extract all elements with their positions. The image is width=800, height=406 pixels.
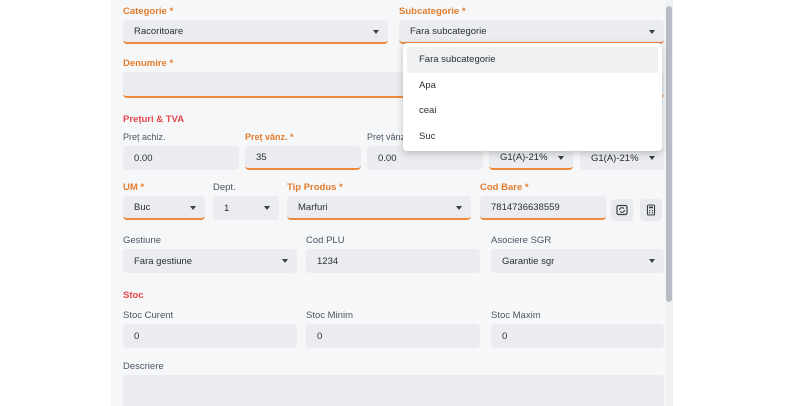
subcategorie-label: Subcategorie *: [399, 6, 466, 17]
tva1-value: G1(A)-21%: [500, 151, 548, 163]
categorie-label: Categorie *: [123, 6, 174, 17]
cod-bare-value: 7814736638559: [491, 201, 560, 213]
tip-produs-select[interactable]: Marfuri: [287, 196, 471, 220]
categorie-select[interactable]: Racoritoare: [123, 20, 388, 44]
um-select[interactable]: Buc: [123, 196, 205, 220]
pret-vanz2-label: Preț vânz: [367, 132, 406, 142]
barcode-generate-icon: [616, 204, 628, 216]
pret-vanz-label: Preț vânz. *: [245, 132, 294, 142]
gestiune-value: Fara gestiune: [134, 255, 193, 267]
chevron-down-icon: [649, 30, 655, 34]
cod-plu-input[interactable]: 1234: [306, 249, 480, 273]
denumire-label: Denumire *: [123, 58, 174, 69]
subcategorie-value: Fara subcategorie: [410, 25, 487, 37]
descriere-textarea[interactable]: [123, 375, 664, 406]
stoc-maxim-label: Stoc Maxim: [491, 310, 541, 321]
descriere-label: Descriere: [123, 361, 164, 372]
cod-bare-label: Cod Bare *: [480, 182, 529, 193]
stoc-minim-value: 0: [317, 330, 323, 342]
asociere-sgr-select[interactable]: Garantie sgr: [491, 249, 664, 273]
cod-plu-label: Cod PLU: [306, 235, 345, 246]
pret-achiz-label: Preț achiz.: [123, 132, 166, 142]
tva2-value: G1(A)-21%: [591, 152, 639, 164]
cod-plu-value: 1234: [317, 255, 339, 267]
stoc-minim-label: Stoc Minim: [306, 310, 353, 321]
cod-bare-input[interactable]: 7814736638559: [480, 196, 606, 220]
subcategorie-select[interactable]: Fara subcategorie: [399, 20, 664, 44]
scrollbar-thumb[interactable]: [666, 6, 672, 302]
um-label: UM *: [123, 182, 145, 193]
pret-vanz-value: 35: [256, 151, 267, 163]
stoc-curent-value: 0: [134, 330, 140, 342]
dropdown-option[interactable]: Fara subcategorie: [407, 47, 658, 73]
stoc-curent-label: Stoc Curent: [123, 310, 174, 321]
dropdown-option[interactable]: Suc: [407, 124, 658, 150]
stoc-curent-input[interactable]: 0: [123, 324, 297, 348]
dropdown-option[interactable]: Apa: [407, 73, 658, 99]
tip-produs-value: Marfuri: [298, 201, 328, 213]
subcategorie-dropdown-menu: Fara subcategorie Apa ceai Suc: [403, 43, 662, 151]
stoc-maxim-value: 0: [502, 330, 508, 342]
dropdown-option[interactable]: ceai: [407, 98, 658, 124]
calculator-button[interactable]: [640, 199, 662, 221]
chevron-down-icon: [264, 206, 270, 210]
pret-vanz-input[interactable]: 35: [245, 146, 361, 170]
preturi-section-title: Prețuri & TVA: [123, 114, 185, 125]
gestiune-select[interactable]: Fara gestiune: [123, 249, 297, 273]
dept-value: 1: [224, 202, 230, 214]
gestiune-label: Gestiune: [123, 235, 162, 246]
pret-achiz-value: 0.00: [134, 152, 153, 164]
dept-label: Dept.: [213, 182, 236, 193]
um-value: Buc: [134, 201, 151, 213]
asociere-sgr-value: Garantie sgr: [502, 255, 555, 267]
chevron-down-icon: [282, 259, 288, 263]
stoc-section-title: Stoc: [123, 290, 144, 301]
chevron-down-icon: [190, 206, 196, 210]
calculator-icon: [646, 204, 656, 216]
tip-produs-label: Tip Produs *: [287, 182, 343, 193]
categorie-value: Racoritoare: [134, 25, 184, 37]
chevron-down-icon: [558, 156, 564, 160]
stoc-minim-input[interactable]: 0: [306, 324, 480, 348]
dept-select[interactable]: 1: [213, 196, 279, 220]
chevron-down-icon: [456, 206, 462, 210]
chevron-down-icon: [373, 30, 379, 34]
chevron-down-icon: [649, 156, 655, 160]
stoc-maxim-input[interactable]: 0: [491, 324, 664, 348]
pret-vanz2-value: 0.00: [378, 152, 397, 164]
chevron-down-icon: [649, 259, 655, 263]
asociere-sgr-label: Asociere SGR: [491, 235, 552, 246]
pret-achiz-input[interactable]: 0.00: [123, 146, 239, 170]
generate-barcode-button[interactable]: [611, 199, 633, 221]
